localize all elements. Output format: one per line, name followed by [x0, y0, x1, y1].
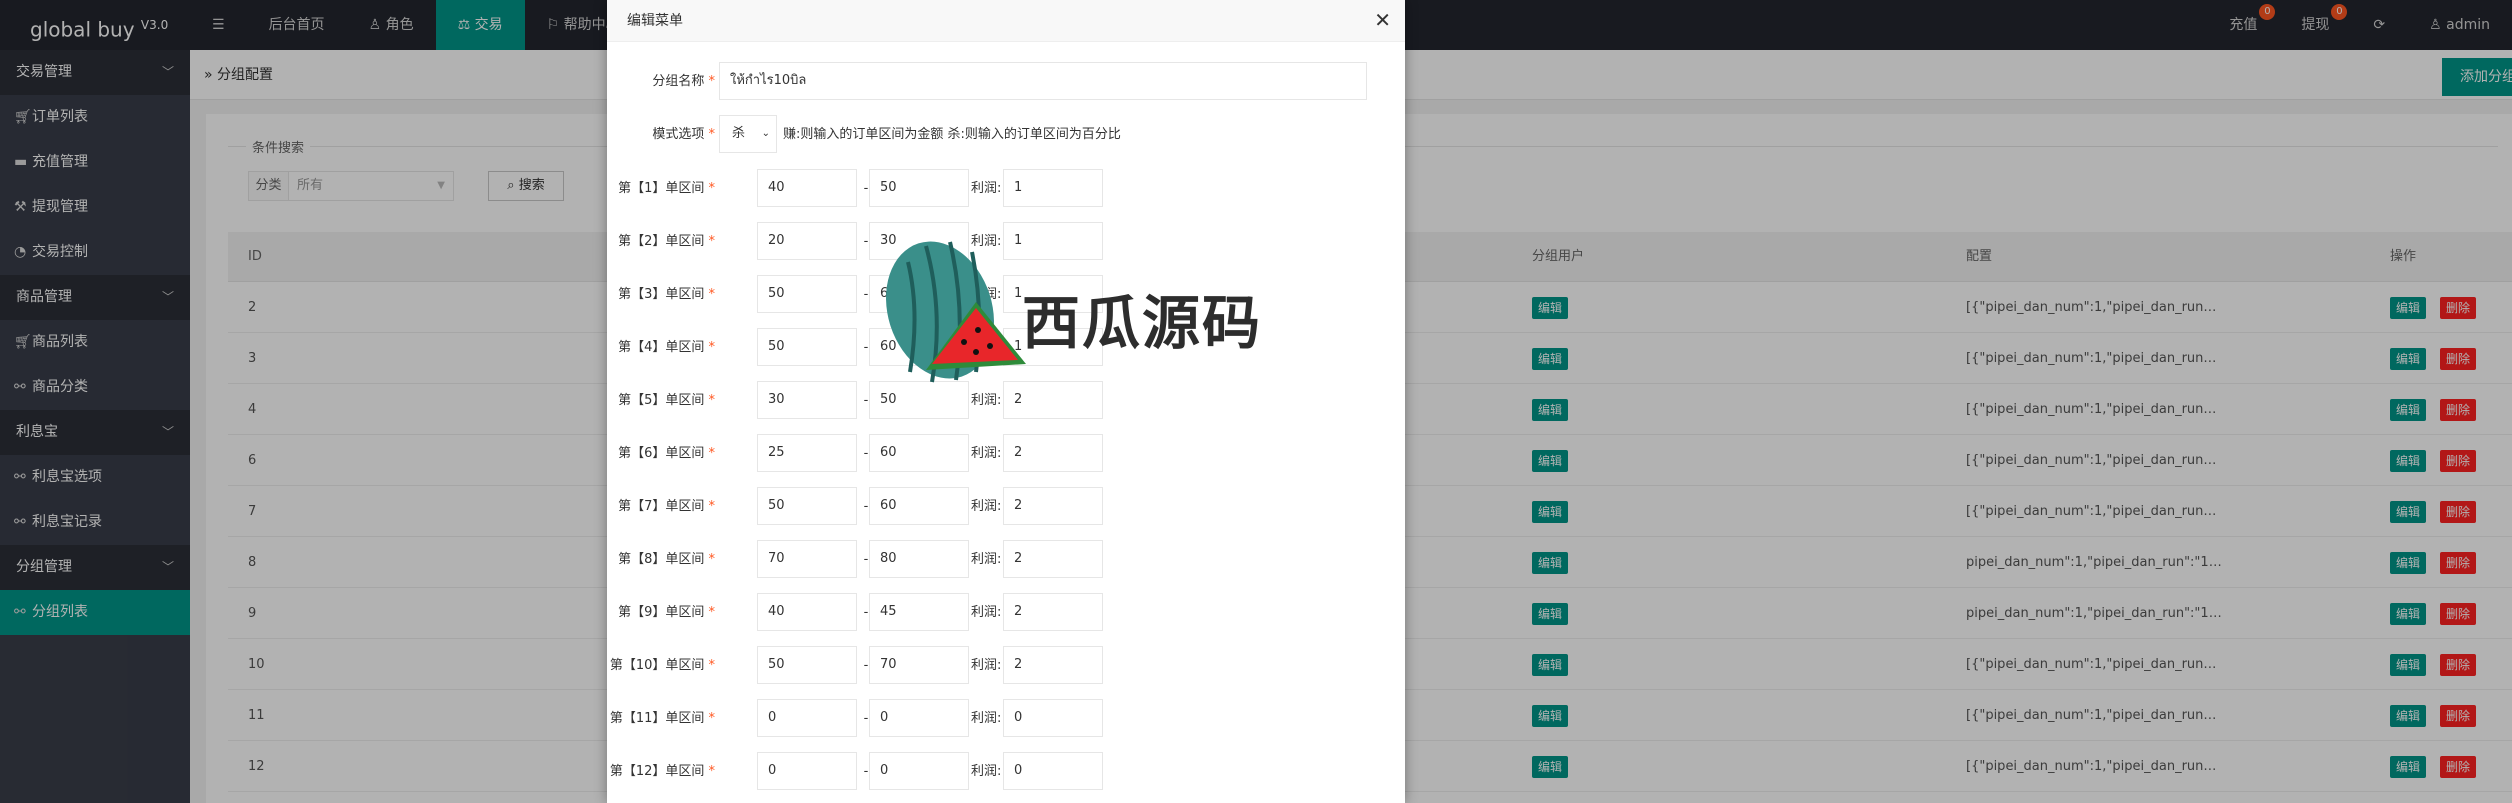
profit-label: 利润:: [971, 181, 1002, 196]
range-min-input[interactable]: 40: [757, 593, 857, 631]
watermelon-icon: [886, 241, 1026, 383]
range-label: 第【10】单区间 *: [609, 658, 715, 673]
range-max-input[interactable]: 70: [869, 646, 969, 684]
range-min-input[interactable]: 20: [757, 222, 857, 260]
range-min-input[interactable]: 50: [757, 646, 857, 684]
range-row: 第【12】单区间 * 0-0 利润: 0: [607, 752, 1405, 792]
mode-select-value: 杀: [732, 126, 746, 141]
range-label: 第【11】单区间 *: [609, 711, 715, 726]
mode-label: 模式选项 *: [652, 127, 715, 142]
profit-label: 利润:: [971, 552, 1002, 567]
profit-label: 利润:: [971, 605, 1002, 620]
range-label: 第【1】单区间 *: [618, 181, 715, 196]
range-row: 第【6】单区间 * 25-60 利润: 2: [607, 434, 1405, 474]
profit-label: 利润:: [971, 446, 1002, 461]
edit-menu-dialog: 编辑菜单 ✕ 分组名称 * ให้กำไร10บิล 模式选项 * 杀 ⌄ 赚:则…: [607, 0, 1405, 803]
range-max-input[interactable]: 60: [869, 487, 969, 525]
profit-input[interactable]: 2: [1003, 487, 1103, 525]
range-label: 第【3】单区间 *: [618, 287, 715, 302]
range-label: 第【7】单区间 *: [618, 499, 715, 514]
range-min-input[interactable]: 0: [757, 699, 857, 737]
range-row: 第【10】单区间 * 50-70 利润: 2: [607, 646, 1405, 686]
profit-input[interactable]: 1: [1003, 169, 1103, 207]
range-min-input[interactable]: 0: [757, 752, 857, 790]
range-min-input[interactable]: 70: [757, 540, 857, 578]
range-max-input[interactable]: 45: [869, 593, 969, 631]
range-label: 第【2】单区间 *: [618, 234, 715, 249]
range-label: 第【5】单区间 *: [618, 393, 715, 408]
range-max-input[interactable]: 60: [869, 434, 969, 472]
watermark-text: 西瓜源码: [1022, 289, 1263, 357]
group-name-row: 分组名称 * ให้กำไร10บิล: [607, 62, 1405, 102]
mode-description: 赚:则输入的订单区间为金额 杀:则输入的订单区间为百分比: [783, 127, 1121, 142]
range-row: 第【8】单区间 * 70-80 利润: 2: [607, 540, 1405, 580]
range-max-input[interactable]: 0: [869, 752, 969, 790]
profit-input[interactable]: 0: [1003, 752, 1103, 790]
profit-input[interactable]: 0: [1003, 699, 1103, 737]
profit-label: 利润:: [971, 764, 1002, 779]
profit-input[interactable]: 2: [1003, 646, 1103, 684]
profit-input[interactable]: 2: [1003, 593, 1103, 631]
range-min-input[interactable]: 50: [757, 328, 857, 366]
watermark: 西瓜源码: [880, 232, 1260, 392]
close-icon[interactable]: ✕: [1374, 8, 1391, 32]
range-min-input[interactable]: 50: [757, 275, 857, 313]
profit-label: 利润:: [971, 658, 1002, 673]
range-max-input[interactable]: 0: [869, 699, 969, 737]
range-max-input[interactable]: 80: [869, 540, 969, 578]
range-row: 第【11】单区间 * 0-0 利润: 0: [607, 699, 1405, 739]
range-label: 第【6】单区间 *: [618, 446, 715, 461]
range-min-input[interactable]: 30: [757, 381, 857, 419]
range-label: 第【4】单区间 *: [618, 340, 715, 355]
group-name-label: 分组名称 *: [652, 74, 715, 89]
profit-input[interactable]: 2: [1003, 540, 1103, 578]
range-row: 第【1】单区间 * 40-50 利润: 1: [607, 169, 1405, 209]
mode-row: 模式选项 * 杀 ⌄ 赚:则输入的订单区间为金额 杀:则输入的订单区间为百分比: [607, 115, 1405, 155]
range-label: 第【9】单区间 *: [618, 605, 715, 620]
range-row: 第【9】单区间 * 40-45 利润: 2: [607, 593, 1405, 633]
range-label: 第【12】单区间 *: [609, 764, 715, 779]
chevron-down-icon: ⌄: [761, 128, 770, 139]
range-label: 第【8】单区间 *: [618, 552, 715, 567]
range-min-input[interactable]: 25: [757, 434, 857, 472]
mode-select[interactable]: 杀 ⌄: [719, 115, 777, 153]
range-row: 第【7】单区间 * 50-60 利润: 2: [607, 487, 1405, 527]
dialog-title: 编辑菜单: [607, 0, 1405, 42]
profit-input[interactable]: 2: [1003, 434, 1103, 472]
profit-label: 利润:: [971, 711, 1002, 726]
group-name-input[interactable]: ให้กำไร10บิล: [719, 62, 1367, 100]
range-max-input[interactable]: 50: [869, 169, 969, 207]
profit-label: 利润:: [971, 499, 1002, 514]
range-min-input[interactable]: 40: [757, 169, 857, 207]
range-min-input[interactable]: 50: [757, 487, 857, 525]
